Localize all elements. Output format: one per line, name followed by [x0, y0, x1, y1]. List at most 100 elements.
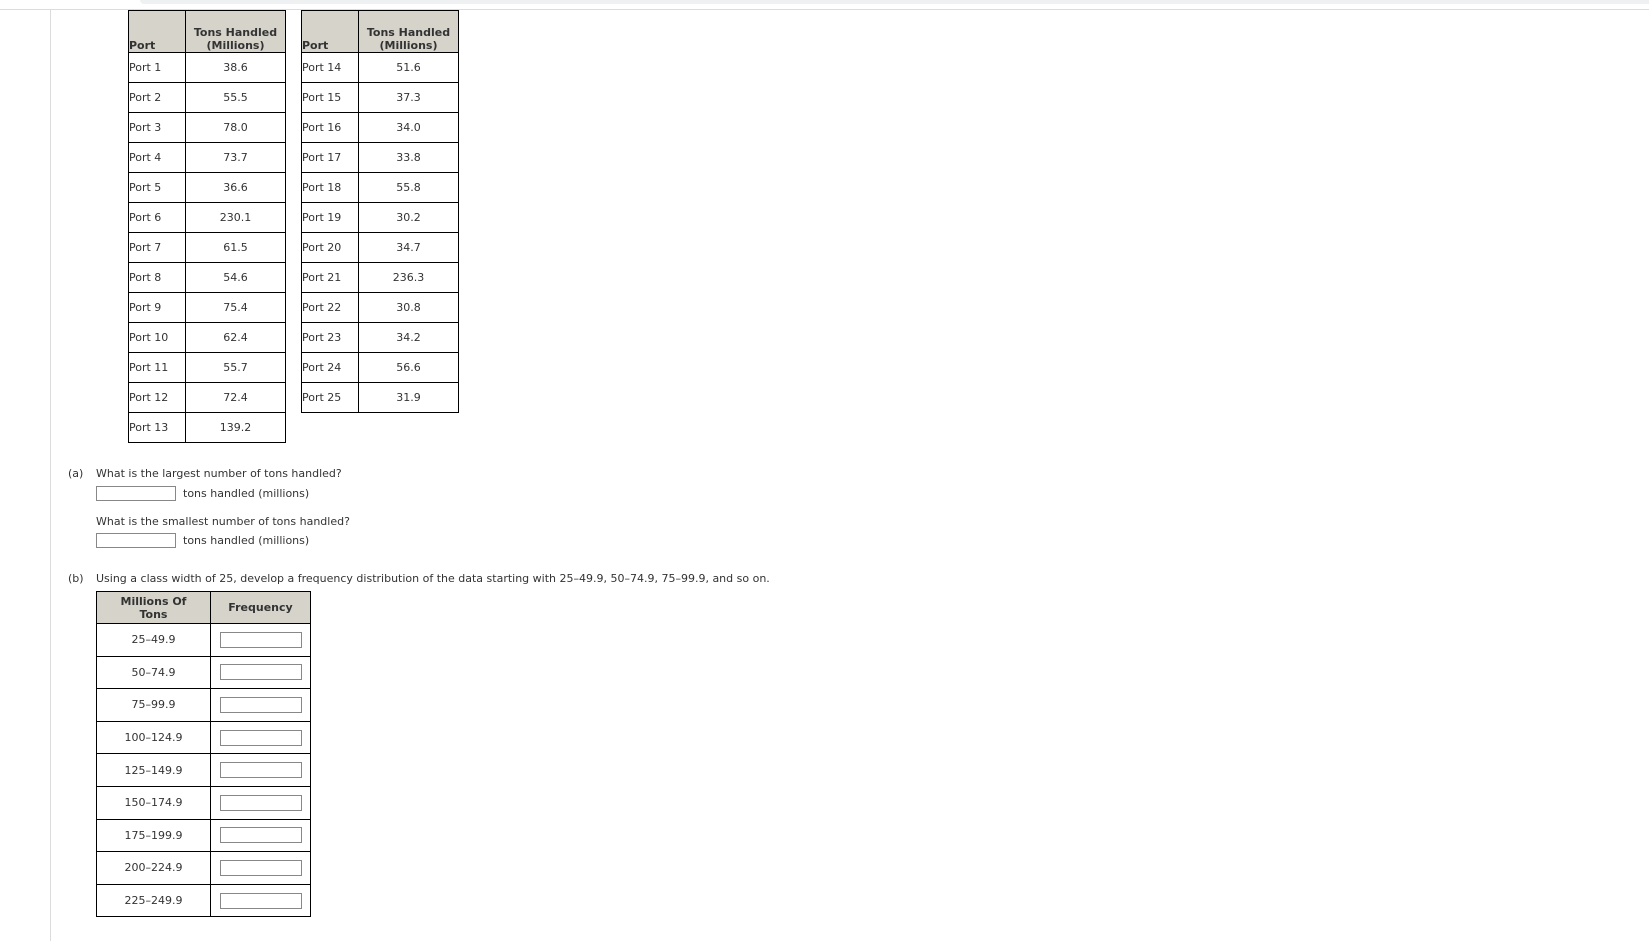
- tons-value-cell: 36.6: [185, 172, 286, 203]
- port-name-cell: Port 9: [128, 292, 186, 323]
- tons-value-cell: 62.4: [185, 322, 286, 353]
- table-row: Port 3 78.0: [128, 112, 286, 143]
- tons-value-cell: 51.6: [358, 52, 459, 83]
- table-row: Port 4 73.7: [128, 142, 286, 173]
- port-name-cell: Port 22: [301, 292, 359, 323]
- table-row: Port 17 33.8: [301, 142, 459, 173]
- port-name-cell: Port 19: [301, 202, 359, 233]
- tons-value-cell: 30.2: [358, 202, 459, 233]
- port-name-cell: Port 14: [301, 52, 359, 83]
- frequency-cell: [210, 655, 311, 690]
- table-row: Port 23 34.2: [301, 322, 459, 353]
- top-toolbar-edge: [140, 0, 1649, 4]
- frequency-input[interactable]: [219, 664, 302, 681]
- frequency-row: 200–224.9: [96, 851, 311, 885]
- column-header-port: Port: [301, 10, 359, 53]
- tons-value-cell: 55.7: [185, 352, 286, 383]
- tons-value-cell: 55.5: [185, 82, 286, 113]
- port-name-cell: Port 25: [301, 382, 359, 413]
- table-row: Port 22 30.8: [301, 292, 459, 323]
- frequency-input[interactable]: [219, 762, 302, 779]
- table-row: Port 12 72.4: [128, 382, 286, 413]
- tons-value-cell: 73.7: [185, 142, 286, 173]
- table-row: Port 21 236.3: [301, 262, 459, 293]
- table-row: Port 5 36.6: [128, 172, 286, 203]
- table-row: Port 6 230.1: [128, 202, 286, 233]
- table-row: Port 24 56.6: [301, 352, 459, 383]
- port-name-cell: Port 16: [301, 112, 359, 143]
- column-header-tons: Tons Handled (Millions): [358, 10, 459, 53]
- frequency-cell: [210, 753, 311, 787]
- tons-value-cell: 55.8: [358, 172, 459, 203]
- port-name-cell: Port 8: [128, 262, 186, 293]
- frequency-cell: [210, 623, 311, 657]
- tons-value-cell: 34.2: [358, 322, 459, 353]
- tons-value-cell: 230.1: [185, 202, 286, 233]
- class-range-cell: 150–174.9: [96, 785, 211, 820]
- tons-value-cell: 33.8: [358, 142, 459, 173]
- class-range-cell: 175–199.9: [96, 818, 211, 853]
- table-row: Port 19 30.2: [301, 202, 459, 233]
- table-row: Port 11 55.7: [128, 352, 286, 383]
- column-header-range: Millions Of Tons: [96, 591, 211, 624]
- smallest-answer-input[interactable]: [96, 533, 176, 548]
- port-name-cell: Port 5: [128, 172, 186, 203]
- class-range-cell: 225–249.9: [96, 883, 211, 918]
- frequency-row: 75–99.9: [96, 688, 311, 722]
- frequency-input[interactable]: [219, 794, 302, 811]
- frequency-input[interactable]: [219, 696, 302, 713]
- class-range-cell: 25–49.9: [96, 623, 211, 657]
- port-name-cell: Port 17: [301, 142, 359, 173]
- tons-value-cell: 236.3: [358, 262, 459, 293]
- port-name-cell: Port 18: [301, 172, 359, 203]
- tons-value-cell: 34.7: [358, 232, 459, 263]
- table-row: Port 13 139.2: [128, 412, 286, 443]
- tons-value-cell: 37.3: [358, 82, 459, 113]
- port-name-cell: Port 21: [301, 262, 359, 293]
- frequency-row: 225–249.9: [96, 883, 311, 918]
- table-row: Port 18 55.8: [301, 172, 459, 203]
- column-header-tons: Tons Handled (Millions): [185, 10, 286, 53]
- tons-value-cell: 38.6: [185, 52, 286, 83]
- column-header-frequency: Frequency: [210, 591, 311, 624]
- port-name-cell: Port 12: [128, 382, 186, 413]
- table-row: Port 15 37.3: [301, 82, 459, 113]
- part-a-label: (a): [68, 467, 84, 480]
- frequency-cell: [210, 883, 311, 918]
- tons-value-cell: 34.0: [358, 112, 459, 143]
- table-row: Port 8 54.6: [128, 262, 286, 293]
- frequency-cell: [210, 785, 311, 820]
- frequency-input[interactable]: [219, 729, 302, 746]
- largest-answer-input[interactable]: [96, 486, 176, 501]
- tons-value-cell: 31.9: [358, 382, 459, 413]
- frequency-row: 100–124.9: [96, 720, 311, 755]
- frequency-row: 175–199.9: [96, 818, 311, 853]
- table-row: Port 16 34.0: [301, 112, 459, 143]
- table-row: Port 10 62.4: [128, 322, 286, 353]
- port-name-cell: Port 11: [128, 352, 186, 383]
- frequency-row: 50–74.9: [96, 655, 311, 690]
- class-range-cell: 200–224.9: [96, 851, 211, 885]
- column-header-port: Port: [128, 10, 186, 53]
- frequency-cell: [210, 720, 311, 755]
- port-name-cell: Port 15: [301, 82, 359, 113]
- frequency-input[interactable]: [219, 631, 302, 648]
- port-name-cell: Port 1: [128, 52, 186, 83]
- port-name-cell: Port 20: [301, 232, 359, 263]
- tons-value-cell: 139.2: [185, 412, 286, 443]
- frequency-cell: [210, 818, 311, 853]
- table-row: Port 1 38.6: [128, 52, 286, 83]
- port-name-cell: Port 2: [128, 82, 186, 113]
- tons-value-cell: 54.6: [185, 262, 286, 293]
- largest-unit-label: tons handled (millions): [183, 487, 310, 500]
- table-row: Port 20 34.7: [301, 232, 459, 263]
- frequency-input[interactable]: [219, 892, 302, 909]
- frequency-question: Using a class width of 25, develop a fre…: [96, 572, 770, 585]
- frequency-row: 125–149.9: [96, 753, 311, 787]
- frequency-input[interactable]: [219, 859, 302, 876]
- port-name-cell: Port 24: [301, 352, 359, 383]
- frequency-input[interactable]: [219, 827, 302, 844]
- frequency-row: 150–174.9: [96, 785, 311, 820]
- tons-value-cell: 75.4: [185, 292, 286, 323]
- ports-table-right: Port Tons Handled (Millions) Port 14 51.6…: [301, 10, 459, 413]
